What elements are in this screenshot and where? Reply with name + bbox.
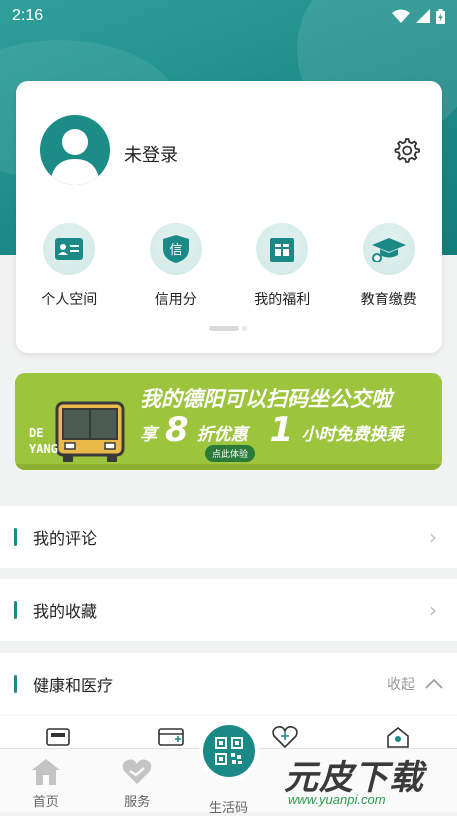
quick-item-my-benefits[interactable]: 我的福利 <box>229 223 336 309</box>
banner-brand: DE YANG <box>29 426 58 456</box>
quick-item-label: 个人空间 <box>41 292 98 308</box>
chevron-up-icon <box>425 679 443 689</box>
wifi-icon <box>392 9 410 23</box>
heart-hands-icon <box>122 759 152 784</box>
quick-item-label: 信用分 <box>154 292 197 308</box>
list-item-label: 我的评论 <box>33 529 98 548</box>
gear-icon <box>394 138 420 163</box>
quick-item-credit-score[interactable]: 信 信用分 <box>123 223 230 309</box>
medical-card-icon[interactable] <box>46 728 70 746</box>
graduation-cap-icon <box>371 238 406 262</box>
profile-card: 未登录 个人空间 信 信用分 我的福利 教育缴费 <box>16 81 442 353</box>
banner-offer: 享 8 折优惠 1 小时免费换乘 <box>140 410 404 450</box>
quick-item-label: 教育缴费 <box>360 292 417 308</box>
status-bar: 2:16 <box>0 0 457 32</box>
banner-headline: 我的德阳可以扫码坐公交啦 <box>140 387 392 411</box>
chevron-right-icon: › <box>429 598 437 622</box>
login-prompt[interactable]: 未登录 <box>124 141 178 167</box>
gift-icon <box>270 238 295 262</box>
quick-item-personal-space[interactable]: 个人空间 <box>16 223 123 309</box>
settings-button[interactable] <box>392 136 420 164</box>
insurance-card-icon[interactable] <box>158 728 184 746</box>
qr-code-icon <box>215 737 243 765</box>
chevron-right-icon: › <box>429 525 437 549</box>
quick-item-label: 我的福利 <box>254 292 311 308</box>
status-time: 2:16 <box>12 7 44 24</box>
collapse-toggle[interactable]: 收起 <box>387 674 443 694</box>
signal-icon <box>416 9 430 23</box>
quick-actions: 个人空间 信 信用分 我的福利 教育缴费 <box>16 223 442 309</box>
battery-icon <box>436 8 445 24</box>
svg-text:信: 信 <box>169 243 182 258</box>
home-icon <box>31 759 60 785</box>
hospital-icon[interactable] <box>386 726 410 748</box>
page-indicator <box>209 326 247 331</box>
section-health-medical: 健康和医疗 收起 <box>0 653 457 715</box>
list-item-my-comments[interactable]: 我的评论 › <box>0 506 457 568</box>
banner-stripe <box>15 464 442 470</box>
avatar[interactable] <box>40 115 110 185</box>
bus-icon <box>55 401 125 462</box>
banner-cta-button[interactable]: 点此体验 <box>205 445 256 462</box>
promo-banner[interactable]: DE YANG 我的德阳可以扫码坐公交啦 享 8 折优惠 1 小时免费换乘 点此… <box>15 373 442 470</box>
quick-item-education-fee[interactable]: 教育缴费 <box>336 223 443 309</box>
tab-service[interactable]: 服务 <box>91 749 182 812</box>
list-item-my-favorites[interactable]: 我的收藏 › <box>0 579 457 641</box>
credit-badge-icon: 信 <box>162 235 189 263</box>
watermark: 元皮下载 www.yuanpi.com <box>284 758 424 807</box>
tab-home[interactable]: 首页 <box>0 749 91 812</box>
user-silhouette-icon <box>50 129 100 185</box>
list-item-label: 我的收藏 <box>33 602 98 621</box>
heart-plus-icon[interactable] <box>272 726 298 748</box>
section-title: 健康和医疗 <box>33 676 114 695</box>
id-card-icon <box>55 238 84 260</box>
life-code-button[interactable] <box>203 725 255 777</box>
